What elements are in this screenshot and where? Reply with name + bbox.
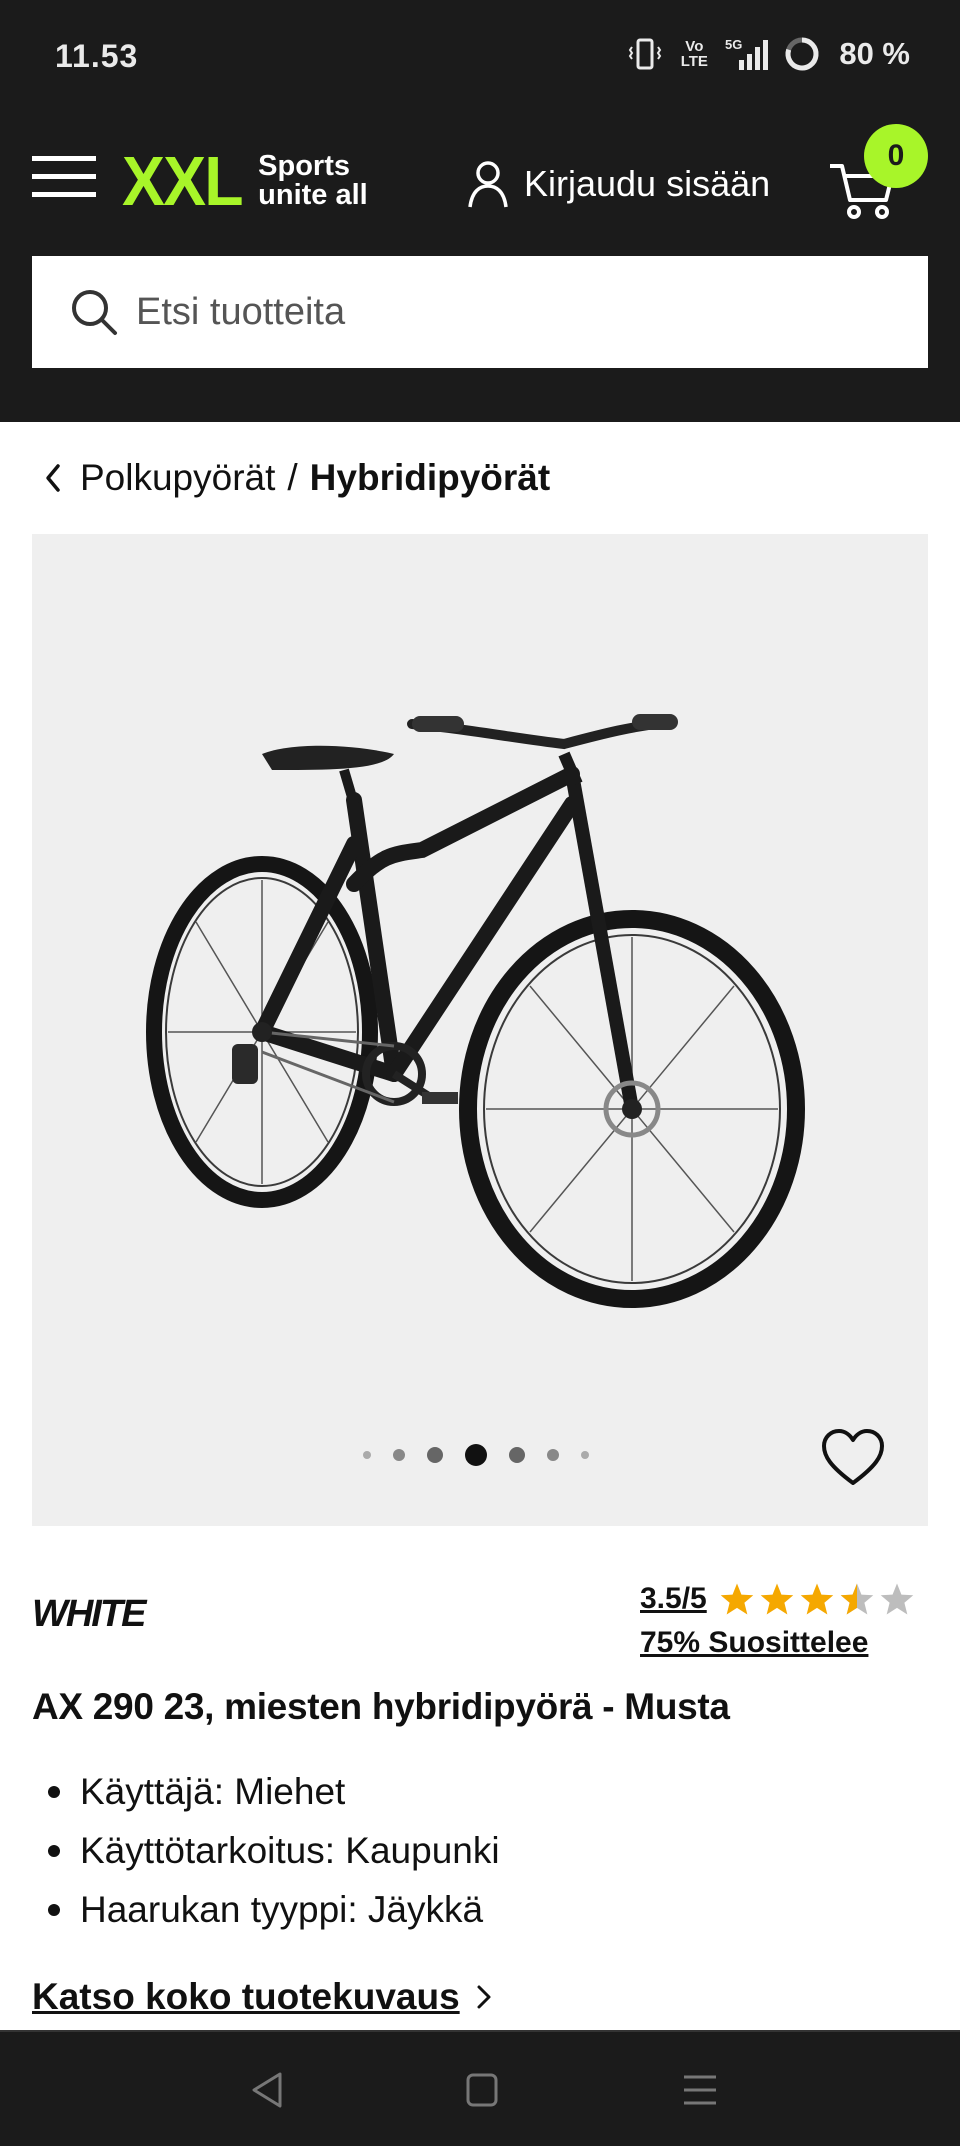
- gallery-dot[interactable]: [427, 1447, 443, 1463]
- product-image-bicycle: [146, 714, 805, 1308]
- spec-item: Käyttäjä: Miehet: [48, 1762, 500, 1821]
- star-filled-icon: [800, 1583, 833, 1615]
- breadcrumb-separator: /: [287, 457, 298, 498]
- system-navigation-bar: [0, 2030, 960, 2146]
- logo-tagline-line2: unite all: [258, 179, 368, 211]
- spec-fork-type: Haarukan tyyppi: Jäykkä: [80, 1889, 484, 1930]
- status-bar: 11.53 Vo LTE 5G 80 %: [0, 0, 960, 108]
- gallery-pagination-dots: [352, 1444, 600, 1466]
- search-icon: [72, 290, 117, 335]
- login-button[interactable]: Kirjaudu sisään: [466, 154, 770, 214]
- status-time: 11.53: [55, 38, 139, 74]
- star-half-icon: [840, 1583, 873, 1615]
- spec-item: Käyttötarkoitus: Kaupunki: [48, 1821, 500, 1880]
- gallery-dot[interactable]: [363, 1451, 371, 1459]
- battery-level: 80 %: [839, 36, 910, 71]
- favorite-heart-icon[interactable]: [820, 1428, 886, 1488]
- product-rating: 3.5/5 75% Suosittelee: [640, 1582, 940, 1660]
- chevron-left-icon[interactable]: [40, 460, 66, 496]
- bullet: [48, 1785, 60, 1798]
- logo-text: XXL: [122, 142, 244, 220]
- login-label: Kirjaudu sisään: [524, 163, 771, 204]
- product-image-gallery[interactable]: [32, 534, 928, 1526]
- chevron-right-icon: [477, 1985, 491, 2009]
- search-input[interactable]: [136, 290, 836, 334]
- star-empty-icon: [880, 1583, 913, 1615]
- search-bar[interactable]: [32, 256, 928, 368]
- user-icon: [468, 161, 508, 208]
- xxl-logo[interactable]: XXL Sports unite all: [122, 146, 368, 216]
- brand-logo-white[interactable]: WHITE: [32, 1592, 202, 1632]
- volte-icon: Vo LTE: [677, 39, 711, 69]
- recommend-percentage-link[interactable]: 75% Suosittelee: [640, 1626, 940, 1660]
- gallery-dot-active[interactable]: [465, 1444, 487, 1466]
- vibrate-icon: [629, 38, 662, 70]
- cart-count-badge: 0: [864, 124, 928, 188]
- logo-tagline-line1: Sports: [258, 150, 350, 182]
- hamburger-menu-icon[interactable]: [32, 152, 96, 202]
- full-description-link[interactable]: Katso koko tuotekuvaus: [32, 1976, 494, 2018]
- bullet: [48, 1844, 60, 1857]
- recents-menu-nav-icon[interactable]: [676, 2068, 724, 2112]
- breadcrumb-current[interactable]: Hybridipyörät: [310, 457, 551, 499]
- product-title: AX 290 23, miesten hybridipyörä - Musta: [32, 1686, 730, 1727]
- back-nav-icon[interactable]: [244, 2068, 292, 2112]
- gallery-dot[interactable]: [509, 1447, 525, 1463]
- spec-user: Käyttäjä: Miehet: [80, 1771, 346, 1812]
- product-spec-list: Käyttäjä: Miehet Käyttötarkoitus: Kaupun…: [48, 1762, 500, 1939]
- gallery-dot[interactable]: [581, 1451, 589, 1459]
- spec-usage: Käyttötarkoitus: Kaupunki: [80, 1830, 500, 1871]
- breadcrumb: Polkupyörät / Hybridipyörät: [40, 448, 550, 508]
- gallery-dot[interactable]: [547, 1449, 559, 1461]
- rating-stars: [719, 1582, 915, 1616]
- status-icons: Vo LTE 5G 80 %: [627, 32, 910, 76]
- signal-icon: 5G: [725, 37, 769, 70]
- battery-icon: [785, 37, 819, 71]
- star-filled-icon: [760, 1583, 793, 1615]
- bullet: [48, 1903, 60, 1916]
- gallery-dot[interactable]: [393, 1449, 405, 1461]
- brand-name: WHITE: [32, 1593, 148, 1632]
- full-description-label: Katso koko tuotekuvaus: [32, 1976, 460, 2017]
- rating-score[interactable]: 3.5/5: [640, 1582, 707, 1616]
- logo-tagline: Sports unite all: [258, 152, 368, 210]
- site-header: XXL Sports unite all Kirjaudu sisään 0: [0, 108, 960, 422]
- volte-label: Vo LTE: [680, 38, 708, 70]
- home-nav-icon[interactable]: [458, 2068, 506, 2112]
- star-filled-icon: [720, 1583, 753, 1615]
- network-5g-label: 5G: [725, 37, 742, 52]
- spec-item: Haarukan tyyppi: Jäykkä: [48, 1880, 500, 1939]
- breadcrumb-parent-link[interactable]: Polkupyörät: [80, 457, 275, 499]
